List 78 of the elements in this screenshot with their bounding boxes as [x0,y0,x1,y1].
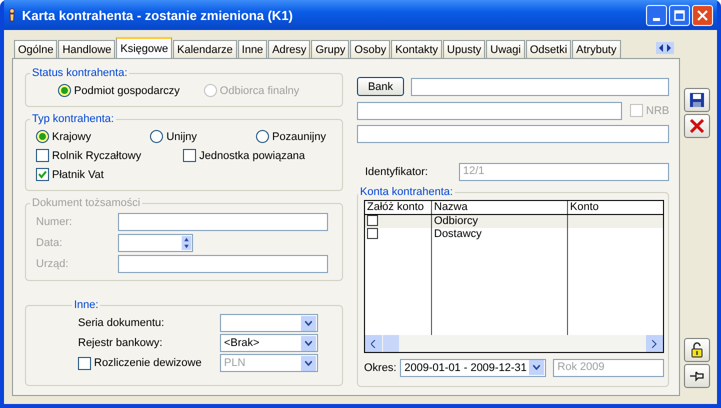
scroll-right-icon[interactable] [652,340,658,348]
field-label: Numer: [36,216,74,228]
group-title: Inne: [73,299,100,311]
tab[interactable]: Grupy [311,40,350,58]
tab-scroll-icon[interactable] [656,42,674,54]
maximize-icon [674,10,685,20]
column-header[interactable]: Konto [568,201,664,214]
radio-label: Podmiot gospodarczy [74,84,180,96]
group-title: Konta kontrahenta: [359,186,454,198]
radio-label: Odbiorca finalny [220,84,300,96]
dropdown[interactable]: <Brak> [220,334,318,352]
close-button[interactable] [684,114,710,138]
field-label: Urząd: [36,258,70,270]
field-label: Okres: [364,362,396,374]
tab[interactable]: Kalendarze [173,40,237,58]
close-icon [697,10,708,20]
tab[interactable]: Osoby [350,40,390,58]
scrollbar[interactable] [365,335,664,352]
tab[interactable]: Uwagi [486,40,525,58]
tab[interactable]: Inne [238,40,268,58]
input-field[interactable] [357,102,622,120]
group-title: Status kontrahenta: [31,67,128,79]
checkbox[interactable] [36,168,49,181]
tab[interactable]: Kontakty [391,40,442,58]
tab[interactable]: Atrybuty [572,40,620,58]
close-icon [689,118,706,134]
person-icon [8,8,16,22]
radio-button[interactable] [36,130,49,143]
tab[interactable]: Odsetki [526,40,572,58]
checkbox-label: Płatnik Vat [52,168,104,180]
column-header[interactable]: Załóż konto [365,201,432,214]
dropdown[interactable]: 2009-01-01 - 2009-12-31 [400,358,546,376]
save-icon [689,92,706,108]
save-button[interactable] [684,88,710,112]
table-cell: Dostawcy [432,228,568,241]
radio-button[interactable] [150,130,164,143]
tab[interactable]: Upusty [443,40,486,58]
radio-button[interactable] [58,84,71,97]
input-field[interactable] [357,125,670,143]
table-row[interactable]: Odbiorcy [365,215,664,228]
radio-label: Pozaunijny [272,130,326,142]
table-row[interactable]: Dostawcy [365,228,664,241]
scroll-left-icon[interactable] [371,340,376,348]
checkbox-label: Jednostka powiązana [199,150,306,162]
field-label: Data: [36,236,64,248]
field-label: Rejestr bankowy: [78,337,162,349]
radio-button[interactable] [256,130,270,143]
checkbox[interactable] [367,228,378,239]
minimize-button[interactable] [646,4,667,26]
minimize-icon [653,18,660,20]
padlock-button[interactable] [684,338,710,362]
group-title: Typ kontrahenta: [31,113,115,125]
group-title: Dokument tożsamości [31,197,142,209]
radio-label: Unijny [166,130,197,142]
check-icon [38,170,47,179]
padlock-icon [689,342,706,358]
scroll-thumb[interactable] [383,335,399,352]
maximize-button[interactable] [669,4,690,26]
checkbox[interactable] [367,215,378,226]
tab[interactable]: Handlowe [58,40,116,58]
tab[interactable]: Ogólne [14,40,58,58]
field-label: Identyfikator: [365,166,429,178]
tab[interactable]: Księgowe [116,37,172,58]
dropdown[interactable] [220,314,318,332]
pin-button[interactable] [684,364,710,388]
tab[interactable]: Adresy [268,40,310,58]
window-title: Karta kontrahenta - zostanie zmieniona (K1) [22,8,294,22]
checkbox-label: NRB [646,104,670,116]
field-label: Rozliczenie dewizowe [94,357,202,369]
checkbox[interactable] [183,149,196,162]
table-cell: Odbiorcy [432,215,568,228]
column-header[interactable]: Nazwa [432,201,568,214]
radio-label: Krajowy [52,130,92,142]
field-label: Seria dokumentu: [78,317,164,329]
checkbox[interactable] [36,149,49,162]
checkbox-label: Rolnik Ryczałtowy [52,150,142,162]
input-field[interactable] [411,78,670,96]
bank-button[interactable]: Bank [357,77,404,96]
